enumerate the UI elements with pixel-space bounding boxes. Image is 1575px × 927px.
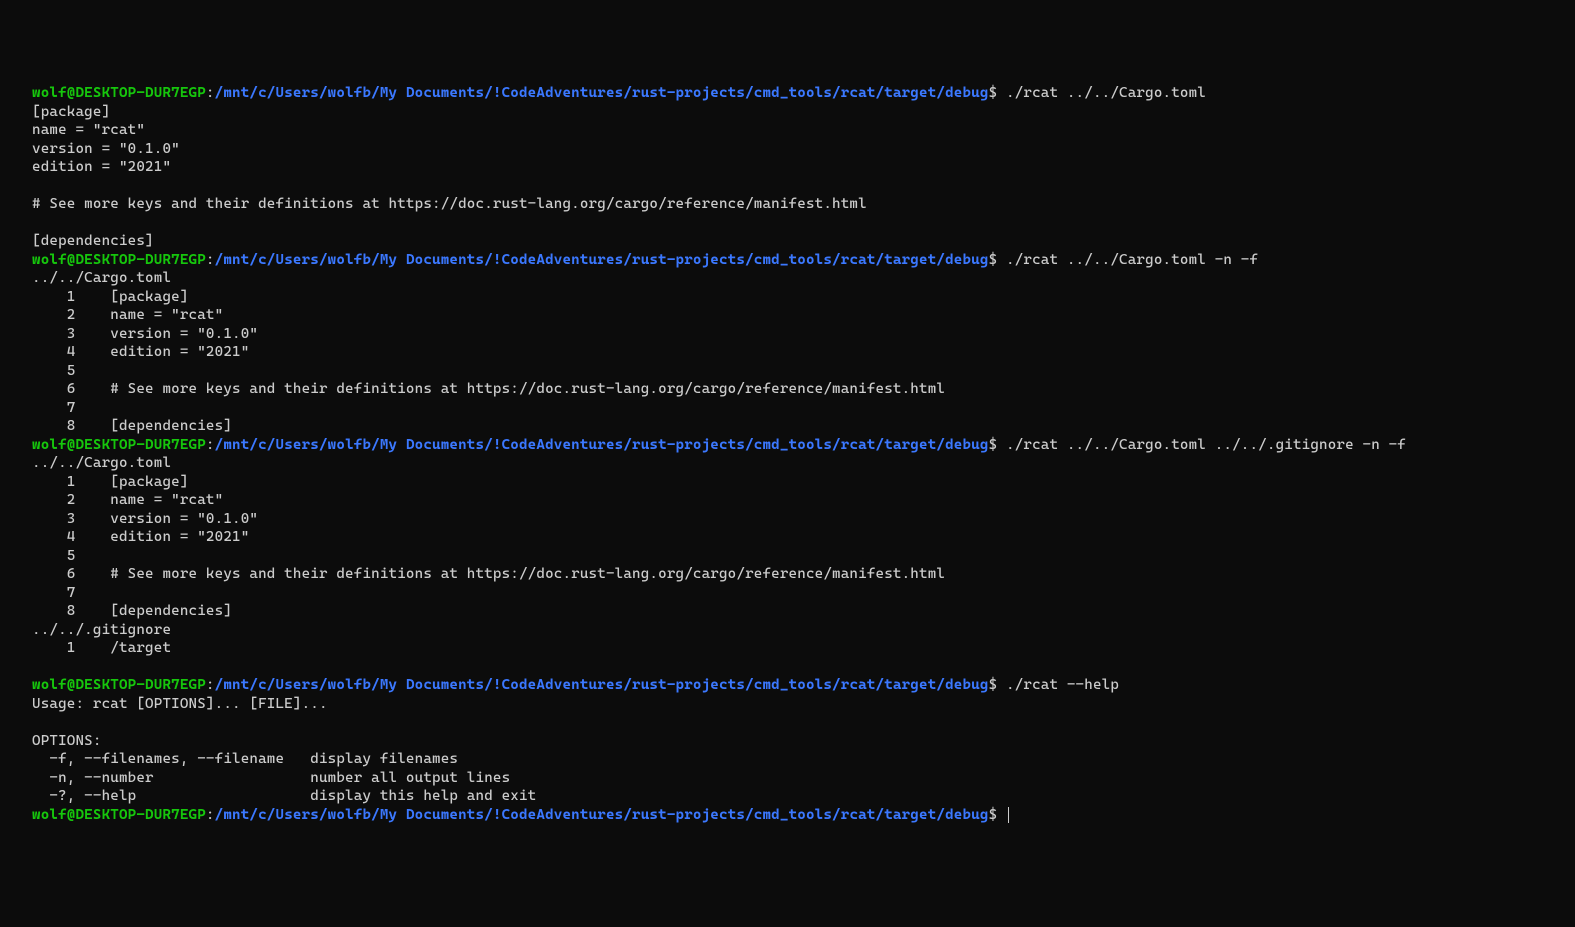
path: /mnt/c/Users/wolfb/My Documents/!CodeAdv… (215, 437, 989, 453)
output-line: 5 (32, 362, 1543, 381)
colon: : (206, 807, 215, 823)
user-host: wolf@DESKTOP-DUR7EGP (32, 252, 206, 268)
output-line (32, 658, 1543, 677)
output-line: 1 /target (32, 639, 1543, 658)
output-line: 8 [dependencies] (32, 602, 1543, 621)
output-line: 2 name = "rcat" (32, 491, 1543, 510)
output-line: 6 # See more keys and their definitions … (32, 380, 1543, 399)
colon: : (206, 252, 215, 268)
path: /mnt/c/Users/wolfb/My Documents/!CodeAdv… (215, 85, 989, 101)
output-line: 6 # See more keys and their definitions … (32, 565, 1543, 584)
terminal-output[interactable]: wolf@DESKTOP-DUR7EGP:/mnt/c/Users/wolfb/… (32, 84, 1543, 824)
path: /mnt/c/Users/wolfb/My Documents/!CodeAdv… (215, 677, 989, 693)
output-line: 4 edition = "2021" (32, 343, 1543, 362)
output-line: 7 (32, 399, 1543, 418)
colon: : (206, 85, 215, 101)
output-line: 2 name = "rcat" (32, 306, 1543, 325)
path: /mnt/c/Users/wolfb/My Documents/!CodeAdv… (215, 252, 989, 268)
prompt-line-5[interactable]: wolf@DESKTOP-DUR7EGP:/mnt/c/Users/wolfb/… (32, 806, 1543, 825)
output-line: ../../.gitignore (32, 621, 1543, 640)
output-line: name = "rcat" (32, 121, 1543, 140)
output-line: 8 [dependencies] (32, 417, 1543, 436)
command-1: ./rcat ../../Cargo.toml (1006, 85, 1206, 101)
user-host: wolf@DESKTOP-DUR7EGP (32, 85, 206, 101)
dollar: $ (989, 437, 998, 453)
user-host: wolf@DESKTOP-DUR7EGP (32, 677, 206, 693)
prompt-line-3: wolf@DESKTOP-DUR7EGP:/mnt/c/Users/wolfb/… (32, 436, 1543, 455)
user-host: wolf@DESKTOP-DUR7EGP (32, 807, 206, 823)
output-line (32, 177, 1543, 196)
command-4: ./rcat --help (1006, 677, 1119, 693)
colon: : (206, 437, 215, 453)
dollar: $ (989, 807, 998, 823)
output-line: -?, --help display this help and exit (32, 787, 1543, 806)
output-line: ../../Cargo.toml (32, 454, 1543, 473)
command-2: ./rcat ../../Cargo.toml -n -f (1006, 252, 1258, 268)
colon: : (206, 677, 215, 693)
dollar: $ (989, 677, 998, 693)
dollar: $ (989, 252, 998, 268)
output-line (32, 713, 1543, 732)
output-line: 7 (32, 584, 1543, 603)
user-host: wolf@DESKTOP-DUR7EGP (32, 437, 206, 453)
output-line: -f, --filenames, --filename display file… (32, 750, 1543, 769)
output-line: 1 [package] (32, 288, 1543, 307)
output-line: 4 edition = "2021" (32, 528, 1543, 547)
cursor-icon (1008, 807, 1009, 823)
output-line (32, 214, 1543, 233)
command-3: ./rcat ../../Cargo.toml ../../.gitignore… (1006, 437, 1406, 453)
output-line: # See more keys and their definitions at… (32, 195, 1543, 214)
prompt-line-2: wolf@DESKTOP-DUR7EGP:/mnt/c/Users/wolfb/… (32, 251, 1543, 270)
output-line: Usage: rcat [OPTIONS]... [FILE]... (32, 695, 1543, 714)
path: /mnt/c/Users/wolfb/My Documents/!CodeAdv… (215, 807, 989, 823)
output-line: [package] (32, 103, 1543, 122)
output-line: version = "0.1.0" (32, 140, 1543, 159)
output-line: 1 [package] (32, 473, 1543, 492)
prompt-line-4: wolf@DESKTOP-DUR7EGP:/mnt/c/Users/wolfb/… (32, 676, 1543, 695)
dollar: $ (989, 85, 998, 101)
output-line: 3 version = "0.1.0" (32, 510, 1543, 529)
prompt-line-1: wolf@DESKTOP-DUR7EGP:/mnt/c/Users/wolfb/… (32, 84, 1543, 103)
output-line: 5 (32, 547, 1543, 566)
output-line: ../../Cargo.toml (32, 269, 1543, 288)
output-line: -n, --number number all output lines (32, 769, 1543, 788)
output-line: edition = "2021" (32, 158, 1543, 177)
output-line: 3 version = "0.1.0" (32, 325, 1543, 344)
output-line: [dependencies] (32, 232, 1543, 251)
output-line: OPTIONS: (32, 732, 1543, 751)
